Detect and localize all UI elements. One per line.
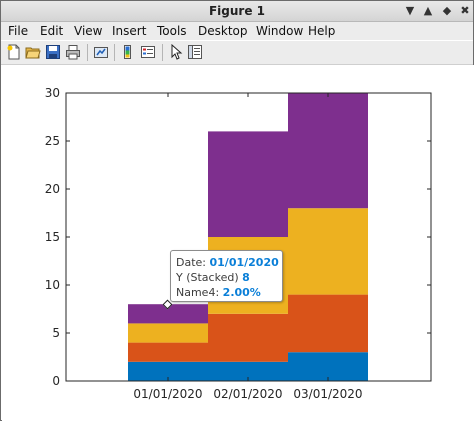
restore-icon[interactable]: ▲ bbox=[420, 3, 436, 19]
toolbar-separator bbox=[162, 44, 163, 61]
y-tick-label: 0 bbox=[52, 374, 60, 388]
datatip-name4-value: 2.00% bbox=[222, 286, 261, 299]
bar-segment[interactable] bbox=[208, 131, 288, 237]
save-icon[interactable] bbox=[45, 44, 61, 60]
stacked-bar-chart[interactable]: 0 5 10 15 20 25 30 01/01/2020 02/01/2020 03/01/20… bbox=[2, 65, 474, 421]
toolbar-separator bbox=[87, 44, 88, 61]
menu-insert[interactable]: Insert bbox=[112, 23, 146, 39]
toolbar-separator bbox=[114, 44, 115, 61]
y-tick-label: 5 bbox=[52, 326, 60, 340]
close-icon[interactable]: ✖ bbox=[457, 3, 473, 19]
pointer-icon[interactable] bbox=[168, 44, 184, 60]
y-tick-label: 15 bbox=[45, 230, 60, 244]
data-tip[interactable]: Date: 01/01/2020 Y (Stacked) 8 Name4: 2.… bbox=[170, 250, 283, 302]
menu-tools[interactable]: Tools bbox=[157, 23, 187, 39]
bar-segment[interactable] bbox=[288, 93, 368, 209]
bar-segment[interactable] bbox=[288, 352, 368, 381]
print-icon[interactable] bbox=[65, 44, 81, 60]
x-tick-label: 01/01/2020 bbox=[133, 387, 202, 401]
bar-segment[interactable] bbox=[288, 208, 368, 295]
new-figure-icon[interactable] bbox=[6, 44, 22, 60]
menu-view[interactable]: View bbox=[74, 23, 102, 39]
menu-window[interactable]: Window bbox=[256, 23, 303, 39]
property-editor-icon[interactable] bbox=[187, 44, 203, 60]
link-icon[interactable] bbox=[93, 44, 109, 60]
menu-bar: File Edit View Insert Tools Desktop Wind… bbox=[1, 22, 473, 40]
menu-file[interactable]: File bbox=[8, 23, 28, 39]
toolbar bbox=[1, 41, 473, 65]
insert-legend-icon[interactable] bbox=[140, 44, 156, 60]
plot-area: 0 5 10 15 20 25 30 01/01/2020 02/01/2020 03/01/20… bbox=[2, 65, 474, 421]
y-tick-label: 25 bbox=[45, 134, 60, 148]
datatip-y-value: 8 bbox=[242, 271, 250, 284]
menu-edit[interactable]: Edit bbox=[40, 23, 63, 39]
bar-segment[interactable] bbox=[128, 342, 208, 362]
open-file-icon[interactable] bbox=[25, 44, 41, 60]
bar-segment[interactable] bbox=[128, 323, 208, 343]
datatip-name4-label: Name4: bbox=[176, 286, 220, 299]
insert-colorbar-icon[interactable] bbox=[120, 44, 136, 60]
menu-desktop[interactable]: Desktop bbox=[198, 23, 248, 39]
maximize-icon[interactable]: ◆ bbox=[439, 3, 455, 19]
bar-segment[interactable] bbox=[288, 294, 368, 353]
datatip-date-label: Date: bbox=[176, 256, 206, 269]
figure-window: Figure 1 ▼ ▲ ◆ ✖ File Edit View Insert T… bbox=[0, 0, 474, 421]
bar-segment[interactable] bbox=[208, 313, 288, 362]
x-tick-label: 03/01/2020 bbox=[293, 387, 362, 401]
y-tick-label: 30 bbox=[45, 86, 60, 100]
y-tick-label: 20 bbox=[45, 182, 60, 196]
datatip-line-name4: Name4: 2.00% bbox=[176, 285, 282, 300]
x-tick-label: 02/01/2020 bbox=[213, 387, 282, 401]
datatip-line-date: Date: 01/01/2020 bbox=[176, 255, 282, 270]
minimize-icon[interactable]: ▼ bbox=[402, 3, 418, 19]
menu-help[interactable]: Help bbox=[308, 23, 335, 39]
datatip-line-y: Y (Stacked) 8 bbox=[176, 270, 282, 285]
title-bar[interactable]: Figure 1 ▼ ▲ ◆ ✖ bbox=[1, 1, 473, 22]
datatip-date-value: 01/01/2020 bbox=[209, 256, 279, 269]
y-tick-label: 10 bbox=[45, 278, 60, 292]
datatip-y-label: Y (Stacked) bbox=[176, 271, 239, 284]
